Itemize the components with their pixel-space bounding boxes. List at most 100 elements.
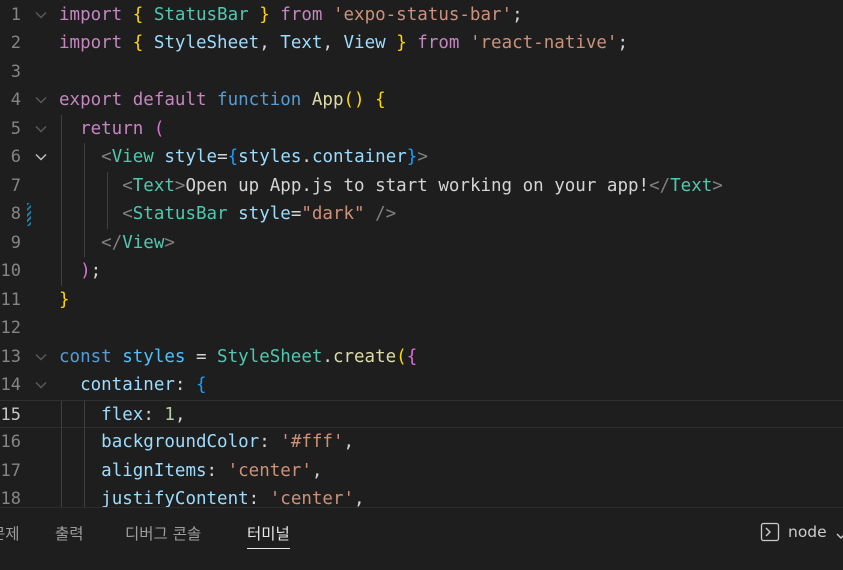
code-token: : [259,432,281,452]
code-line[interactable]: 1 import { StatusBar } from 'expo-status-… [0,1,843,30]
code-token: { [132,33,154,53]
code-token: ; [512,4,523,25]
code-token: = [217,147,228,167]
code-line[interactable]: 9 </View> [0,228,843,257]
line-number: 17 [0,460,21,481]
code-line[interactable]: 5 return ( [0,114,843,143]
code-token: ( [396,346,407,367]
code-token: > [712,175,723,196]
code-token: { [195,375,207,395]
code-token: return [80,118,154,139]
code-token: { [375,90,386,110]
code-token: flex [101,404,144,425]
code-token: } [59,289,70,310]
code-token: ; [617,33,629,53]
code-token: Text [670,175,713,196]
code-line[interactable]: 11} [0,286,843,315]
code-token: 'center' [227,460,312,481]
terminal-icon [760,522,780,542]
code-token: StatusBar [153,4,249,25]
fold-chevron-icon[interactable] [33,92,49,108]
code-token: 'center' [269,489,355,507]
line-number: 10 [0,261,21,281]
code-token: /> [375,204,397,224]
code-token: = [290,204,302,224]
code-token: , [322,33,344,53]
line-number: 14 [0,375,21,395]
code-editor[interactable]: 1 import { StatusBar } from 'expo-status-… [0,0,843,507]
terminal-selector[interactable]: node [760,522,827,542]
code-token: 'expo-status-bar' [332,4,513,25]
code-token: , [174,404,186,425]
code-token: import [59,33,133,53]
code-token: View [111,147,165,167]
fold-chevron-icon[interactable] [33,377,49,393]
code-token: function [217,90,312,110]
code-token: > [164,232,175,253]
terminal-name: node [788,523,827,541]
fold-chevron-icon[interactable] [33,149,49,165]
line-number: 6 [10,147,21,167]
code-token: StatusBar [132,204,239,224]
code-line[interactable]: 6 <View style={styles.container}> [0,143,843,172]
chevron-down-icon[interactable] [836,526,843,545]
code-line[interactable]: 13 const styles = StyleSheet.create({ [0,343,843,372]
code-text: } [59,286,70,315]
code-token: Open up App.js to start working on your … [185,175,650,196]
code-text: import { StatusBar } from 'expo-status-b… [59,1,523,30]
code-line[interactable]: 14 container: { [0,371,843,400]
code-token: } [248,4,270,25]
code-line[interactable]: 15 flex: 1, [0,399,843,429]
code-line[interactable]: 4 export default function App() { [0,86,843,115]
fold-chevron-icon[interactable] [33,349,49,365]
code-token: style [238,204,291,224]
code-token: create [332,346,397,367]
line-number: 15 [0,404,21,425]
code-token: ; [90,261,102,281]
code-line[interactable]: 2 import { StyleSheet, Text, View } from … [0,29,843,58]
bottom-panel: 문제 출력 디버그 콘솔 터미널 node [0,507,843,570]
code-line[interactable]: 3 [0,58,843,87]
tab-output[interactable]: 출력 [55,522,84,548]
code-token: : [248,489,270,507]
code-line[interactable]: 7 <Text>Open up App.js to start working … [0,171,843,200]
code-token: View [122,232,165,253]
line-number: 16 [0,432,21,452]
line-number: 7 [10,175,21,196]
code-token: } [385,33,407,53]
line-number: 11 [0,289,21,310]
code-text: <StatusBar style="dark" /> [59,200,396,229]
line-number: 4 [10,90,21,110]
code-token: container [80,375,175,395]
code-token: = [185,346,218,367]
fold-chevron-icon[interactable] [33,7,49,23]
code-token: { [132,4,154,25]
tab-problems[interactable]: 문제 [0,522,20,548]
code-line[interactable]: 12 [0,314,843,343]
line-number: 8 [10,204,21,224]
code-token: alignItems [101,460,207,481]
code-text: alignItems: 'center', [59,457,322,486]
tab-debug-console[interactable]: 디버그 콘솔 [125,522,201,548]
code-token: , [354,489,365,507]
code-text: const styles = StyleSheet.create({ [59,343,417,372]
code-token: View [343,33,386,53]
code-line[interactable]: 10 ); [0,257,843,286]
fold-chevron-icon[interactable] [33,121,49,137]
line-number: 12 [0,318,21,338]
code-line[interactable]: 18 justifyContent: 'center', [0,485,843,507]
code-token: </ [649,175,671,196]
code-text: container: { [59,371,207,400]
tab-terminal[interactable]: 터미널 [247,522,290,549]
code-line[interactable]: 16 backgroundColor: '#fff', [0,428,843,457]
code-line[interactable]: 17 alignItems: 'center', [0,456,843,486]
code-line[interactable]: 8 <StatusBar style="dark" /> [0,200,843,229]
